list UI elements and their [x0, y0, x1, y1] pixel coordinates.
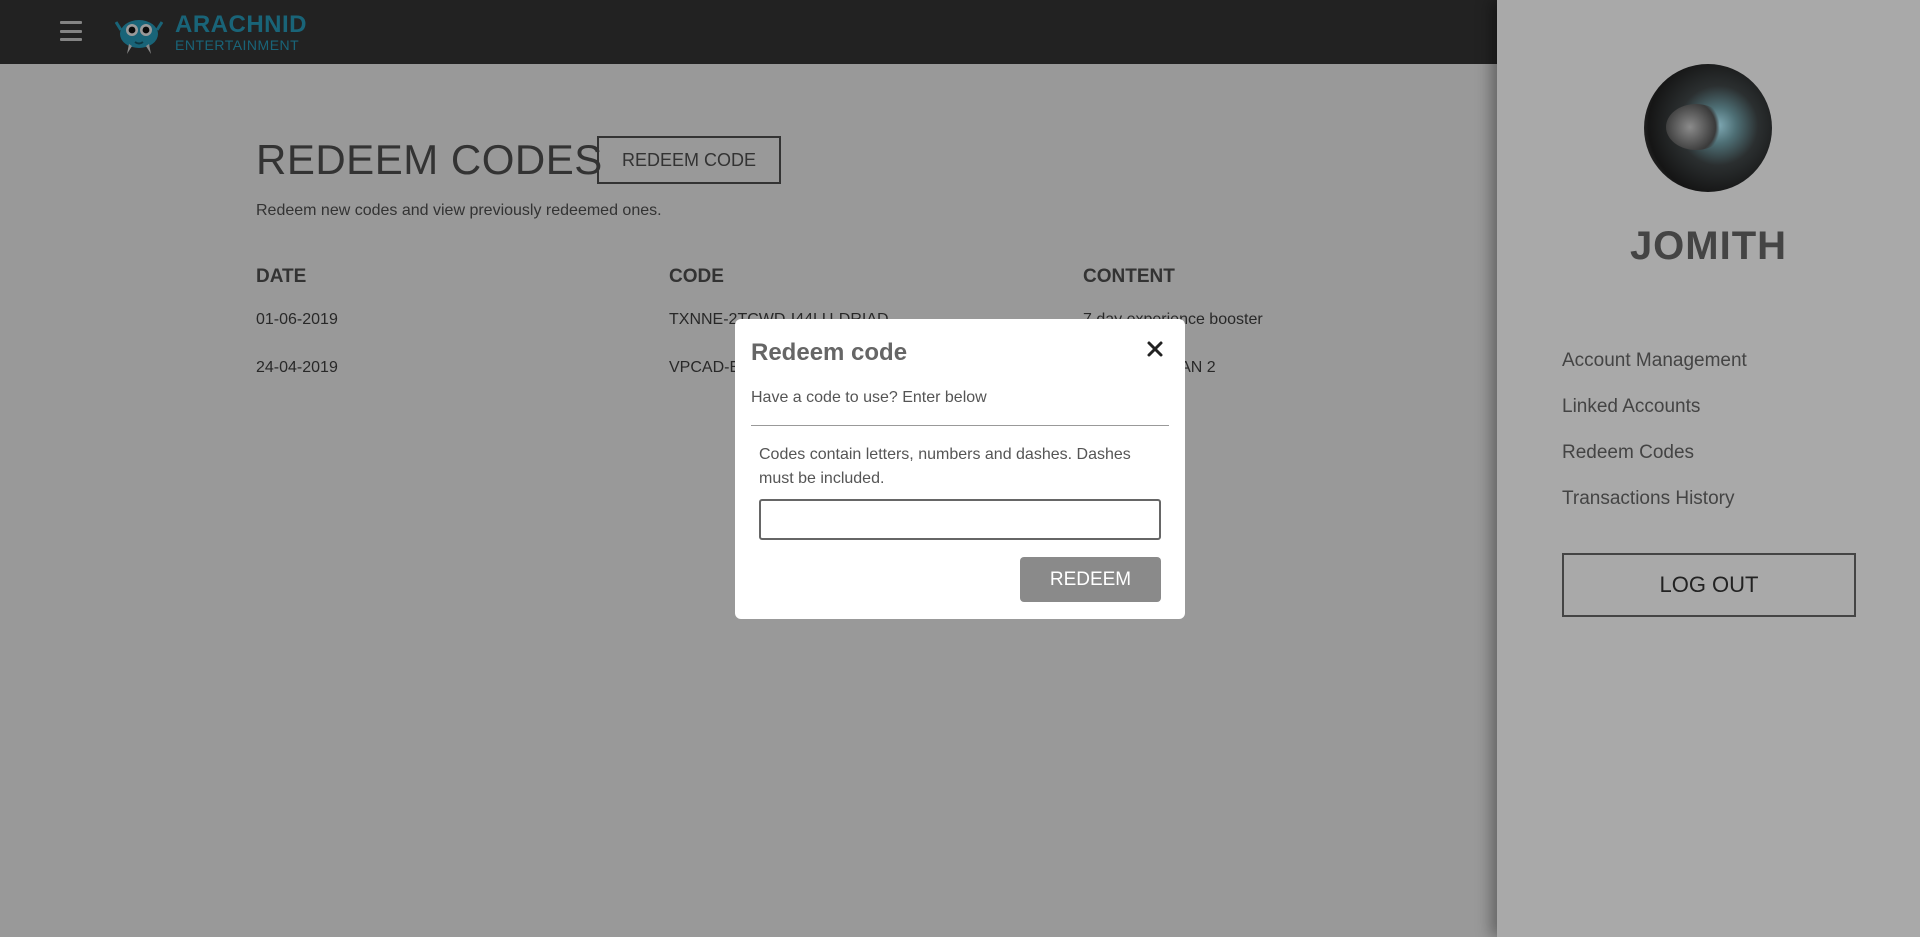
redeem-submit-button[interactable]: REDEEM	[1020, 557, 1161, 602]
modal-title: Redeem code	[751, 339, 908, 366]
close-icon[interactable]	[1145, 339, 1165, 359]
redeem-code-modal: Redeem code Have a code to use? Enter be…	[735, 319, 1185, 619]
nav-link-linked-accounts[interactable]: Linked Accounts	[1562, 392, 1747, 438]
nav-link-redeem-codes[interactable]: Redeem Codes	[1562, 438, 1747, 484]
account-nav: Account Management Linked Accounts Redee…	[1562, 346, 1747, 530]
avatar	[1644, 64, 1772, 192]
username: JOMITH	[1629, 224, 1788, 268]
modal-description: Have a code to use? Enter below	[751, 389, 987, 406]
code-input[interactable]	[759, 499, 1161, 540]
code-format-hint: Codes contain letters, numbers and dashe…	[759, 446, 1131, 487]
account-side-panel: JOMITH Account Management Linked Account…	[1497, 0, 1920, 937]
modal-divider	[751, 425, 1169, 426]
nav-link-transactions-history[interactable]: Transactions History	[1562, 484, 1747, 530]
logout-button[interactable]: LOG OUT	[1562, 553, 1856, 617]
nav-link-account-management[interactable]: Account Management	[1562, 346, 1747, 392]
